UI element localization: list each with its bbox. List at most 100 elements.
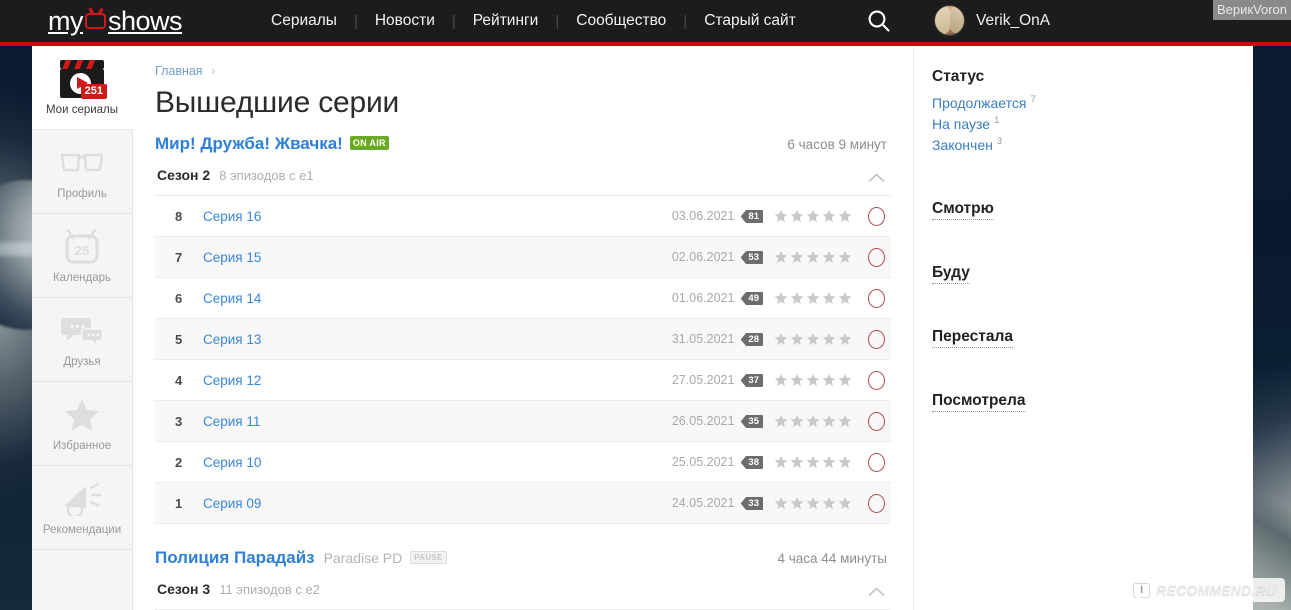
rating-stars[interactable] xyxy=(774,250,852,264)
nav-item-novosti[interactable]: Новости xyxy=(358,12,452,30)
star-icon[interactable] xyxy=(774,455,788,469)
episode-title-link[interactable]: Серия 10 xyxy=(203,455,261,470)
star-icon[interactable] xyxy=(822,373,836,387)
sidebar-item-friends[interactable]: Друзья xyxy=(32,298,132,382)
user-menu[interactable]: Verik_OnA xyxy=(934,5,1050,36)
star-icon[interactable] xyxy=(838,332,852,346)
table-row[interactable]: 2 Серия 10 25.05.2021 38 xyxy=(155,442,891,483)
star-icon[interactable] xyxy=(774,209,788,223)
watched-toggle[interactable] xyxy=(868,329,885,349)
status-link-ended[interactable]: Закончен xyxy=(932,135,993,156)
star-icon[interactable] xyxy=(774,496,788,510)
star-icon[interactable] xyxy=(838,291,852,305)
star-icon[interactable] xyxy=(822,455,836,469)
table-row[interactable]: 4 Серия 12 27.05.2021 37 xyxy=(155,360,891,401)
rating-stars[interactable] xyxy=(774,209,852,223)
star-icon[interactable] xyxy=(822,332,836,346)
star-icon[interactable] xyxy=(790,455,804,469)
star-icon[interactable] xyxy=(790,373,804,387)
watched-toggle[interactable] xyxy=(868,247,885,267)
sidebar-item-recommendations[interactable]: Рекомендации xyxy=(32,466,132,550)
table-row[interactable]: 7 Серия 15 02.06.2021 53 xyxy=(155,237,891,278)
rating-stars[interactable] xyxy=(774,332,852,346)
chevron-up-icon[interactable] xyxy=(868,584,885,597)
star-icon[interactable] xyxy=(806,455,820,469)
star-icon[interactable] xyxy=(790,250,804,264)
rating-stars[interactable] xyxy=(774,455,852,469)
star-icon[interactable] xyxy=(822,496,836,510)
season-header[interactable]: Сезон 3 11 эпизодов с e2 xyxy=(155,568,891,610)
sidebar-item-calendar[interactable]: 25 Календарь xyxy=(32,214,132,298)
star-icon[interactable] xyxy=(838,373,852,387)
site-logo[interactable]: my shows xyxy=(48,6,183,37)
episode-title-link[interactable]: Серия 13 xyxy=(203,332,261,347)
table-row[interactable]: 3 Серия 11 26.05.2021 35 xyxy=(155,401,891,442)
watched-toggle[interactable] xyxy=(868,370,885,390)
section-heading-watched[interactable]: Посмотрела xyxy=(932,392,1026,412)
watched-toggle[interactable] xyxy=(868,411,885,431)
section-heading-watching[interactable]: Смотрю xyxy=(932,200,994,220)
star-icon[interactable] xyxy=(822,291,836,305)
star-icon[interactable] xyxy=(790,332,804,346)
sidebar-item-profile[interactable]: Профиль xyxy=(32,130,132,214)
star-icon[interactable] xyxy=(838,414,852,428)
star-icon[interactable] xyxy=(806,250,820,264)
star-icon[interactable] xyxy=(822,414,836,428)
rating-stars[interactable] xyxy=(774,291,852,305)
episode-title-link[interactable]: Серия 09 xyxy=(203,496,261,511)
section-heading-stopped[interactable]: Перестала xyxy=(932,328,1013,348)
star-icon[interactable] xyxy=(774,373,788,387)
watched-toggle[interactable] xyxy=(868,206,885,226)
watched-toggle[interactable] xyxy=(868,493,885,513)
rating-stars[interactable] xyxy=(774,373,852,387)
episode-title-link[interactable]: Серия 11 xyxy=(203,414,260,429)
watched-toggle[interactable] xyxy=(868,452,885,472)
table-row[interactable]: 5 Серия 13 31.05.2021 28 xyxy=(155,319,891,360)
sidebar-item-favorites[interactable]: Избранное xyxy=(32,382,132,466)
table-row[interactable]: 1 Серия 09 24.05.2021 33 xyxy=(155,483,891,524)
chevron-up-icon[interactable] xyxy=(868,170,885,183)
search-icon[interactable] xyxy=(866,8,892,34)
show-title-link[interactable]: Полиция Парадайз xyxy=(155,548,315,568)
sidebar-item-my-shows[interactable]: 251 Мои сериалы xyxy=(32,46,133,130)
episode-title-link[interactable]: Серия 16 xyxy=(203,209,261,224)
star-icon[interactable] xyxy=(806,414,820,428)
watched-toggle[interactable] xyxy=(868,288,885,308)
star-icon[interactable] xyxy=(838,250,852,264)
breadcrumb-link-home[interactable]: Главная xyxy=(155,64,203,78)
star-icon[interactable] xyxy=(790,414,804,428)
star-icon[interactable] xyxy=(838,496,852,510)
rating-stars[interactable] xyxy=(774,414,852,428)
star-icon[interactable] xyxy=(806,332,820,346)
star-icon[interactable] xyxy=(774,250,788,264)
star-icon[interactable] xyxy=(790,496,804,510)
season-header[interactable]: Сезон 2 8 эпизодов с e1 xyxy=(155,154,891,196)
show-title-link[interactable]: Мир! Дружба! Жвачка! xyxy=(155,134,343,154)
table-row[interactable]: 6 Серия 14 01.06.2021 49 xyxy=(155,278,891,319)
star-icon[interactable] xyxy=(822,209,836,223)
star-icon[interactable] xyxy=(774,332,788,346)
rating-stars[interactable] xyxy=(774,496,852,510)
section-heading-will-watch[interactable]: Буду xyxy=(932,264,970,284)
nav-item-stary-sayt[interactable]: Старый сайт xyxy=(687,12,813,30)
table-row[interactable]: 8 Серия 16 03.06.2021 81 xyxy=(155,196,891,237)
star-icon[interactable] xyxy=(822,250,836,264)
episode-title-link[interactable]: Серия 12 xyxy=(203,373,261,388)
episode-title-link[interactable]: Серия 14 xyxy=(203,291,261,306)
status-link-ongoing[interactable]: Продолжается xyxy=(932,93,1026,114)
nav-item-serialy[interactable]: Сериалы xyxy=(254,12,354,30)
star-icon[interactable] xyxy=(774,414,788,428)
star-icon[interactable] xyxy=(806,373,820,387)
star-icon[interactable] xyxy=(838,209,852,223)
nav-item-reytingi[interactable]: Рейтинги xyxy=(456,12,556,30)
star-icon[interactable] xyxy=(806,209,820,223)
star-icon[interactable] xyxy=(806,291,820,305)
star-icon[interactable] xyxy=(790,291,804,305)
status-link-paused[interactable]: На паузе xyxy=(932,114,990,135)
star-icon[interactable] xyxy=(838,455,852,469)
nav-item-soobshestvo[interactable]: Сообщество xyxy=(559,12,683,30)
star-icon[interactable] xyxy=(774,291,788,305)
star-icon[interactable] xyxy=(790,209,804,223)
episode-title-link[interactable]: Серия 15 xyxy=(203,250,261,265)
star-icon[interactable] xyxy=(806,496,820,510)
